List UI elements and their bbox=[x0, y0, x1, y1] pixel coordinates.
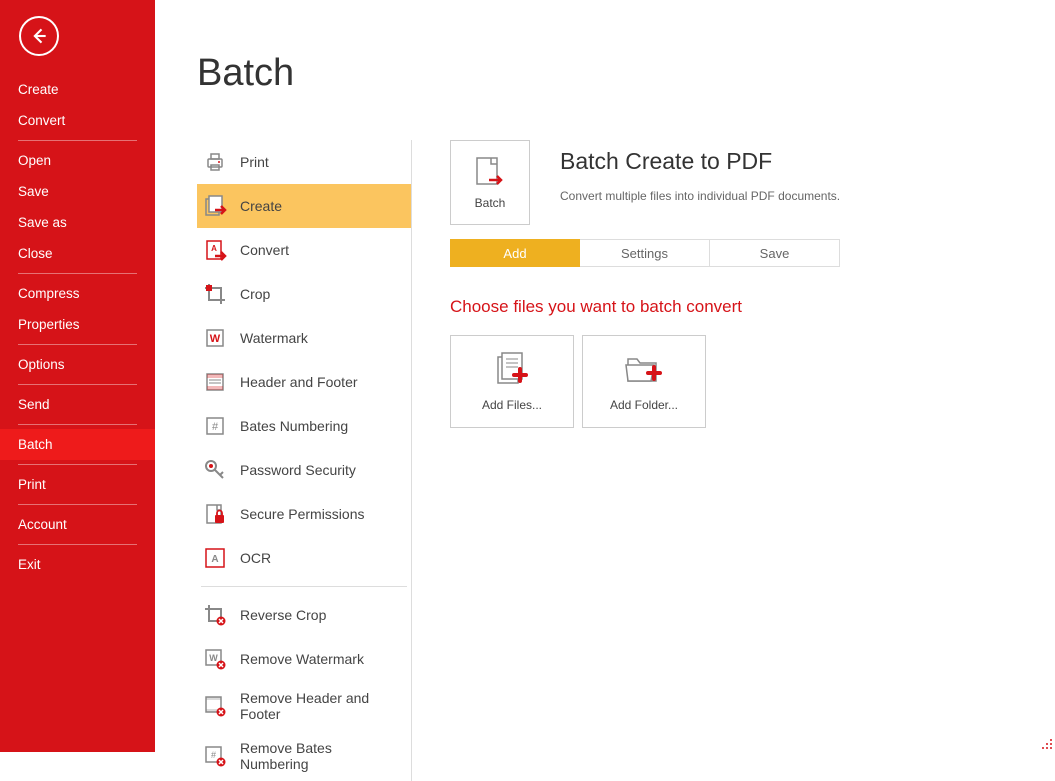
svg-text:A: A bbox=[211, 554, 218, 565]
batch-header: Batch Create to PDF Convert multiple fil… bbox=[560, 148, 1035, 203]
sidebar-item-print[interactable]: Print bbox=[0, 469, 155, 500]
lock-icon bbox=[202, 501, 228, 527]
batch-icon bbox=[475, 156, 505, 190]
sidebar-item-open[interactable]: Open bbox=[0, 145, 155, 176]
convert-icon: A bbox=[202, 237, 228, 263]
batch-action-label: Create bbox=[240, 198, 282, 214]
file-tile-label: Add Folder... bbox=[610, 398, 678, 412]
batch-description: Convert multiple files into individual P… bbox=[560, 189, 1035, 203]
content-area: Batch Print Create A Convert Crop W Watermark H… bbox=[155, 0, 1055, 752]
create-icon bbox=[202, 193, 228, 219]
sidebar-item-options[interactable]: Options bbox=[0, 349, 155, 380]
batch-action-label: Watermark bbox=[240, 330, 308, 346]
printer-icon bbox=[202, 149, 228, 175]
sidebar-item-send[interactable]: Send bbox=[0, 389, 155, 420]
page-title: Batch bbox=[197, 52, 1055, 95]
tab-add[interactable]: Add bbox=[450, 239, 580, 267]
batch-action-header-and-footer[interactable]: Header and Footer bbox=[197, 360, 411, 404]
batch-action-label: Bates Numbering bbox=[240, 418, 348, 434]
header-footer-icon bbox=[202, 369, 228, 395]
batch-action-label: Remove Header and Footer bbox=[240, 690, 403, 722]
batch-action-crop[interactable]: Crop bbox=[197, 272, 411, 316]
password-icon bbox=[202, 457, 228, 483]
sidebar-item-convert[interactable]: Convert bbox=[0, 105, 155, 136]
file-menu-sidebar: CreateConvert OpenSaveSave asClose Compres… bbox=[0, 0, 155, 752]
sidebar-item-close[interactable]: Close bbox=[0, 238, 155, 269]
batch-action-label: Remove Watermark bbox=[240, 651, 364, 667]
add-folder-tile[interactable]: Add Folder... bbox=[582, 335, 706, 428]
batch-tile[interactable]: Batch bbox=[450, 140, 530, 225]
add-files-icon bbox=[492, 351, 532, 390]
sidebar-item-save-as[interactable]: Save as bbox=[0, 207, 155, 238]
back-button[interactable] bbox=[19, 16, 59, 56]
batch-action-print[interactable]: Print bbox=[197, 140, 411, 184]
batch-action-label: Remove Bates Numbering bbox=[240, 740, 403, 772]
sidebar-item-account[interactable]: Account bbox=[0, 509, 155, 540]
batch-tabs: AddSettingsSave bbox=[450, 239, 1035, 267]
crop-icon bbox=[202, 281, 228, 307]
batch-action-label: Crop bbox=[240, 286, 270, 302]
remove-header-footer-icon bbox=[202, 693, 228, 719]
sidebar-groups: CreateConvert OpenSaveSave asClose Compres… bbox=[0, 74, 155, 580]
bates-icon: # bbox=[202, 413, 228, 439]
file-tile-label: Add Files... bbox=[482, 398, 542, 412]
batch-title: Batch Create to PDF bbox=[560, 148, 1035, 175]
file-tiles: Add Files... Add Folder... bbox=[450, 335, 1035, 428]
sidebar-item-properties[interactable]: Properties bbox=[0, 309, 155, 340]
batch-action-remove-header-and-footer[interactable]: Remove Header and Footer bbox=[197, 681, 411, 731]
sidebar-item-create[interactable]: Create bbox=[0, 74, 155, 105]
batch-action-label: Convert bbox=[240, 242, 289, 258]
sidebar-item-compress[interactable]: Compress bbox=[0, 278, 155, 309]
choose-files-label: Choose files you want to batch convert bbox=[450, 297, 1035, 317]
add-files-tile[interactable]: Add Files... bbox=[450, 335, 574, 428]
batch-action-remove-bates-numbering[interactable]: # Remove Bates Numbering bbox=[197, 731, 411, 781]
batch-action-bates-numbering[interactable]: # Bates Numbering bbox=[197, 404, 411, 448]
batch-action-label: Print bbox=[240, 154, 269, 170]
batch-detail-panel: Batch Batch Create to PDF Convert multip… bbox=[450, 140, 1035, 428]
batch-action-label: Reverse Crop bbox=[240, 607, 326, 623]
svg-text:A: A bbox=[211, 244, 217, 253]
svg-text:W: W bbox=[209, 653, 218, 663]
batch-action-watermark[interactable]: W Watermark bbox=[197, 316, 411, 360]
add-folder-icon bbox=[624, 351, 664, 390]
reverse-crop-icon bbox=[202, 602, 228, 628]
resize-grip[interactable] bbox=[1041, 738, 1053, 750]
batch-action-label: Header and Footer bbox=[240, 374, 358, 390]
svg-text:#: # bbox=[212, 421, 219, 433]
batch-action-secure-permissions[interactable]: Secure Permissions bbox=[197, 492, 411, 536]
tab-save[interactable]: Save bbox=[710, 239, 840, 267]
svg-text:W: W bbox=[210, 333, 221, 345]
sidebar-item-exit[interactable]: Exit bbox=[0, 549, 155, 580]
remove-watermark-icon: W bbox=[202, 646, 228, 672]
batch-tile-label: Batch bbox=[475, 196, 506, 210]
batch-action-convert[interactable]: A Convert bbox=[197, 228, 411, 272]
batch-action-create[interactable]: Create bbox=[197, 184, 411, 228]
batch-action-list: Print Create A Convert Crop W Watermark Header … bbox=[197, 140, 412, 781]
ocr-icon: A bbox=[202, 545, 228, 571]
watermark-icon: W bbox=[202, 325, 228, 351]
sidebar-item-save[interactable]: Save bbox=[0, 176, 155, 207]
batch-action-remove-watermark[interactable]: W Remove Watermark bbox=[197, 637, 411, 681]
batch-action-reverse-crop[interactable]: Reverse Crop bbox=[197, 593, 411, 637]
batch-action-label: Secure Permissions bbox=[240, 506, 365, 522]
sidebar-item-batch[interactable]: Batch bbox=[0, 429, 155, 460]
tab-settings[interactable]: Settings bbox=[580, 239, 710, 267]
remove-bates-icon: # bbox=[202, 743, 228, 769]
batch-action-ocr[interactable]: A OCR bbox=[197, 536, 411, 580]
batch-action-label: Password Security bbox=[240, 462, 356, 478]
batch-action-label: OCR bbox=[240, 550, 271, 566]
batch-action-password-security[interactable]: Password Security bbox=[197, 448, 411, 492]
